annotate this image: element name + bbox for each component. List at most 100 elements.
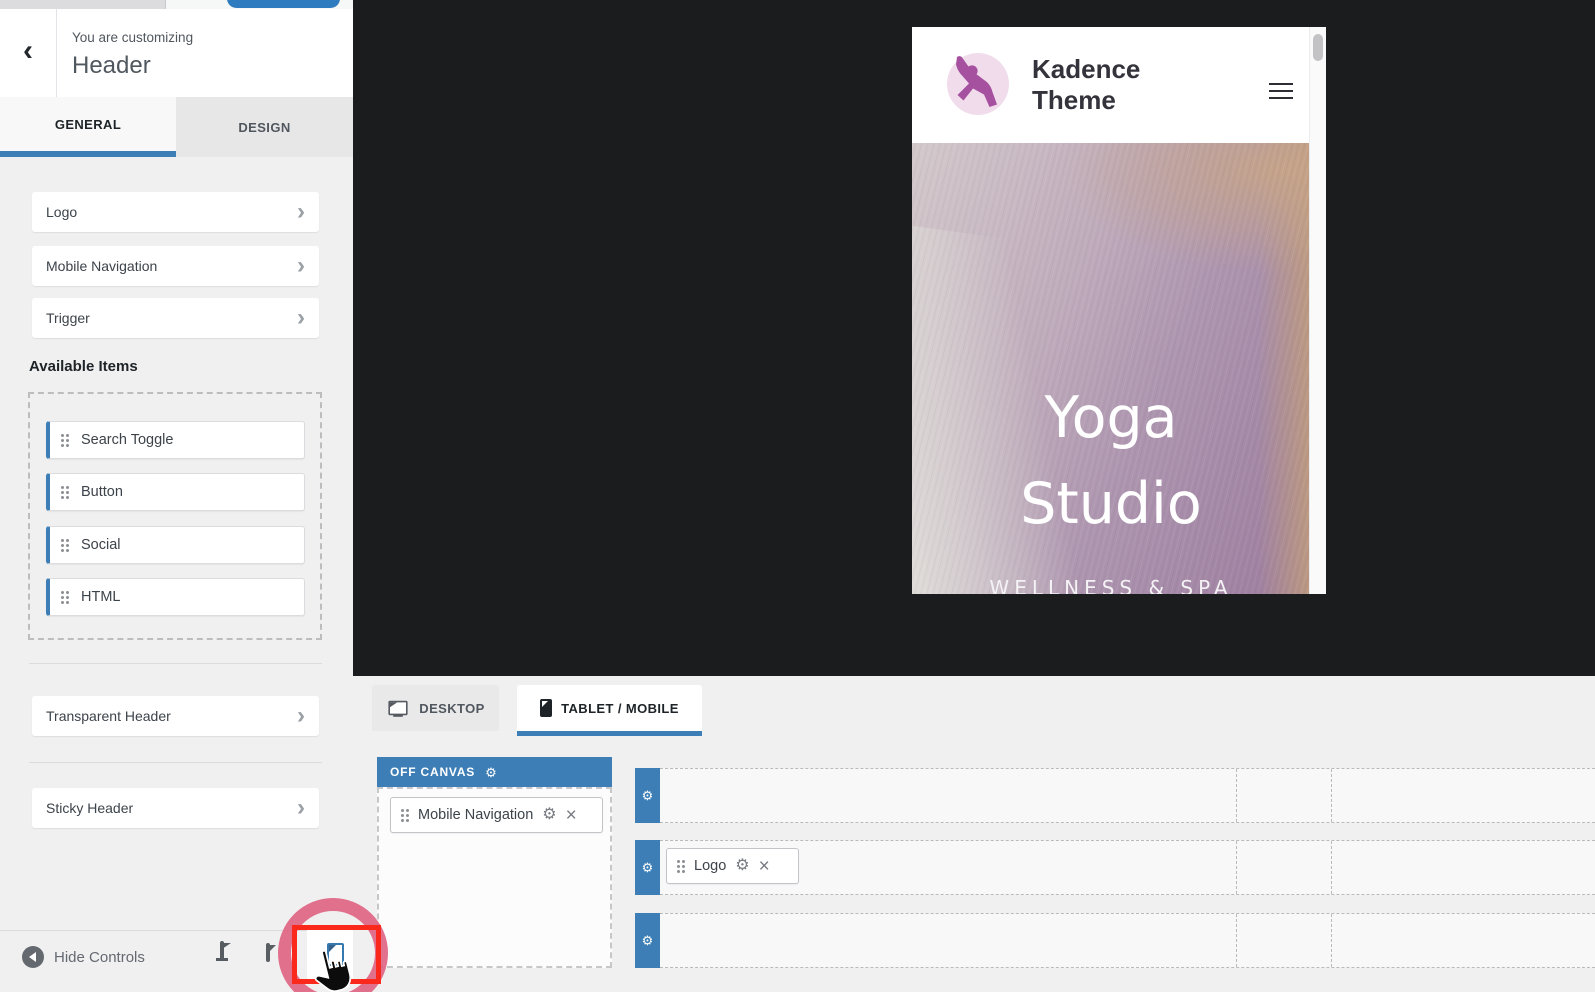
- site-header: Kadence Theme: [912, 27, 1326, 143]
- section-label: Logo: [46, 204, 77, 220]
- builder-tab-tablet-mobile[interactable]: TABLET / MOBILE: [517, 685, 702, 731]
- offcanvas-dropzone[interactable]: Mobile Navigation ⚙ ×: [377, 787, 612, 968]
- site-brand-title[interactable]: Kadence Theme: [1032, 54, 1207, 116]
- gear-icon[interactable]: ⚙: [735, 858, 749, 874]
- preview-tablet-button[interactable]: [266, 945, 270, 960]
- close-icon[interactable]: ×: [759, 857, 770, 876]
- preview-desktop-button[interactable]: [220, 943, 224, 958]
- hamburger-menu-icon[interactable]: [1269, 83, 1293, 104]
- available-item-label: Search Toggle: [81, 432, 173, 448]
- builder-item-label: Mobile Navigation: [418, 807, 533, 823]
- tab-general-label: GENERAL: [55, 117, 121, 132]
- available-item-label: Social: [81, 537, 121, 553]
- header-row-dropzone[interactable]: [660, 768, 1595, 823]
- available-item-label: Button: [81, 484, 123, 500]
- drag-handle-icon[interactable]: [677, 860, 685, 873]
- builder-item-mobile-navigation[interactable]: Mobile Navigation ⚙ ×: [390, 797, 603, 833]
- hide-controls-button[interactable]: [22, 946, 44, 968]
- section-mobile-navigation[interactable]: Mobile Navigation ›: [32, 246, 319, 286]
- top-strip: [0, 0, 353, 9]
- hero-section: Yoga Studio WELLNESS & SPA: [912, 143, 1310, 594]
- back-chevron-icon: ‹: [23, 36, 33, 66]
- header-row-bottom: ⚙: [635, 913, 1595, 968]
- hero-tagline: WELLNESS & SPA: [912, 576, 1310, 594]
- drag-handle-icon[interactable]: [61, 486, 69, 499]
- publish-button-partial[interactable]: [227, 0, 340, 8]
- drag-handle-icon[interactable]: [61, 591, 69, 604]
- available-item-html[interactable]: HTML: [46, 578, 305, 616]
- tab-general[interactable]: GENERAL: [0, 97, 176, 151]
- section-label: Transparent Header: [46, 708, 171, 724]
- desktop-icon: [389, 701, 408, 715]
- collapse-arrow-icon: [29, 952, 36, 962]
- row-cell-divider: [1331, 841, 1332, 894]
- customizing-label: You are customizing: [72, 30, 193, 45]
- top-strip-segment: [0, 0, 166, 9]
- offcanvas-title: OFF CANVAS: [390, 765, 475, 779]
- section-transparent-header[interactable]: Transparent Header ›: [32, 696, 319, 736]
- preview-scrollbar[interactable]: [1309, 27, 1326, 594]
- section-trigger[interactable]: Trigger ›: [32, 298, 319, 338]
- gear-icon: ⚙: [642, 789, 654, 802]
- scrollbar-thumb[interactable]: [1313, 34, 1323, 61]
- builder-active-tab-underline: [517, 731, 702, 736]
- row-cell-divider: [1236, 841, 1237, 894]
- sidebar-footer: Hide Controls: [0, 930, 353, 992]
- available-items-title: Available Items: [29, 358, 138, 375]
- available-item-social[interactable]: Social: [46, 526, 305, 564]
- customizing-text: You are customizing Header: [72, 30, 193, 80]
- drag-handle-icon[interactable]: [401, 809, 409, 822]
- desktop-icon: [220, 941, 224, 960]
- tab-design[interactable]: DESIGN: [176, 97, 353, 157]
- section-label: Mobile Navigation: [46, 258, 157, 274]
- drag-handle-icon[interactable]: [61, 434, 69, 447]
- hide-controls-label: Hide Controls: [54, 949, 145, 966]
- preview-pane: Kadence Theme Yoga Studio WELLNESS & SPA: [353, 0, 1595, 676]
- header-row-dropzone[interactable]: Logo ⚙ ×: [660, 840, 1595, 895]
- drag-handle-icon[interactable]: [61, 539, 69, 552]
- section-logo[interactable]: Logo ›: [32, 192, 319, 232]
- gear-icon[interactable]: ⚙: [542, 807, 556, 823]
- header-row-main: ⚙ Logo ⚙ ×: [635, 840, 1595, 895]
- row-settings-handle[interactable]: ⚙: [635, 840, 660, 895]
- customizer-sidebar: ‹ You are customizing Header GENERAL DES…: [0, 0, 353, 992]
- close-icon[interactable]: ×: [566, 806, 577, 825]
- header-row-dropzone[interactable]: [660, 913, 1595, 968]
- gear-icon: ⚙: [642, 861, 654, 874]
- header-builder-panel: DESKTOP TABLET / MOBILE OFF CANVAS ⚙ Mob…: [353, 676, 1595, 992]
- tablet-mobile-icon: [540, 699, 552, 717]
- row-cell-divider: [1236, 914, 1237, 967]
- sidebar-tabs: GENERAL DESIGN: [0, 97, 353, 157]
- yoga-logo-icon[interactable]: [945, 51, 1011, 117]
- customizing-header: ‹ You are customizing Header: [0, 9, 353, 98]
- row-cell-divider: [1331, 769, 1332, 822]
- tab-design-label: DESIGN: [238, 120, 290, 135]
- gear-icon[interactable]: ⚙: [485, 766, 497, 779]
- tablet-icon: [266, 943, 270, 962]
- panel-title: Header: [72, 52, 193, 80]
- builder-tab-tablet-mobile-label: TABLET / MOBILE: [561, 701, 679, 716]
- section-label: Sticky Header: [46, 800, 133, 816]
- mobile-preview-frame: Kadence Theme Yoga Studio WELLNESS & SPA: [912, 27, 1326, 594]
- row-settings-handle[interactable]: ⚙: [635, 768, 660, 823]
- mobile-icon: [327, 943, 344, 966]
- row-settings-handle[interactable]: ⚙: [635, 913, 660, 968]
- hero-title: Yoga Studio: [912, 375, 1310, 547]
- header-row-top: ⚙: [635, 768, 1595, 823]
- available-item-search-toggle[interactable]: Search Toggle: [46, 421, 305, 459]
- customizer-app: ‹ You are customizing Header GENERAL DES…: [0, 0, 1595, 992]
- builder-item-logo[interactable]: Logo ⚙ ×: [666, 848, 799, 884]
- builder-tab-desktop-label: DESKTOP: [419, 701, 484, 716]
- available-item-label: HTML: [81, 589, 120, 605]
- row-cell-divider: [1236, 769, 1237, 822]
- section-sticky-header[interactable]: Sticky Header ›: [32, 788, 319, 828]
- back-button[interactable]: ‹: [0, 9, 57, 97]
- available-item-button[interactable]: Button: [46, 473, 305, 511]
- divider: [29, 762, 322, 763]
- gear-icon: ⚙: [642, 934, 654, 947]
- section-label: Trigger: [46, 310, 90, 326]
- builder-tab-desktop[interactable]: DESKTOP: [372, 685, 499, 731]
- divider: [29, 663, 322, 664]
- offcanvas-header[interactable]: OFF CANVAS ⚙: [377, 757, 612, 787]
- row-cell-divider: [1331, 914, 1332, 967]
